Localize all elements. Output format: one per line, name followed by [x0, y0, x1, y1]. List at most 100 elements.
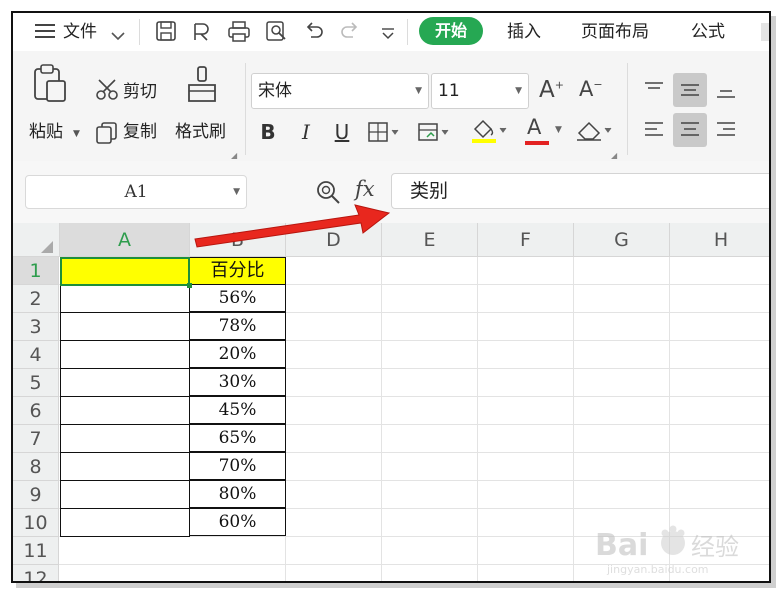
- row-header[interactable]: 11: [13, 537, 59, 565]
- font-size-value: 11: [438, 81, 460, 101]
- eraser-icon[interactable]: [575, 119, 615, 147]
- font-name-value: 宋体: [258, 81, 292, 101]
- row-header[interactable]: 12: [13, 565, 59, 581]
- tab-formulas[interactable]: 公式: [691, 20, 725, 44]
- row-header[interactable]: 3: [13, 313, 59, 341]
- column-header-h[interactable]: H: [670, 223, 769, 257]
- copy-button[interactable]: 复制: [123, 121, 157, 143]
- svg-text:Bai: Bai: [595, 528, 648, 563]
- ribbon: 粘贴 ▼ 剪切 复制 格式刷 ◢ 宋体 ▼ 11 ▼ A+ A− B I U A…: [13, 51, 769, 161]
- font-color-swatch: [525, 141, 549, 145]
- undo-icon[interactable]: [303, 21, 325, 45]
- borders-icon[interactable]: [367, 121, 401, 147]
- copy-icon[interactable]: [95, 121, 119, 149]
- cut-button[interactable]: 剪切: [123, 81, 157, 103]
- bold-button[interactable]: B: [251, 115, 285, 149]
- cell-style-icon[interactable]: [417, 121, 451, 147]
- insert-function-button[interactable]: fx: [355, 177, 375, 201]
- font-size-select[interactable]: 11 ▼: [431, 73, 529, 109]
- quick-access-dropdown-icon[interactable]: [381, 25, 395, 44]
- svg-text:jingyan.baidu.com: jingyan.baidu.com: [606, 563, 709, 576]
- cell-a[interactable]: [60, 509, 190, 537]
- cell-a[interactable]: [60, 313, 190, 341]
- hamburger-icon[interactable]: [35, 23, 55, 43]
- name-box-value: A1: [124, 182, 148, 202]
- format-painter-button[interactable]: 格式刷: [175, 121, 226, 143]
- spreadsheet-window: 文件 开始 插入 页面布局 公式 粘贴 ▼ 剪切 复制 格式刷 ◢ 宋体 ▼ 1…: [11, 11, 771, 583]
- column-header-e[interactable]: E: [382, 223, 478, 257]
- grow-font-letter: A: [539, 77, 555, 103]
- shrink-font-button[interactable]: A−: [579, 77, 603, 101]
- cell-a[interactable]: [60, 285, 190, 313]
- print-icon[interactable]: [227, 20, 251, 46]
- select-all-corner[interactable]: [13, 223, 60, 257]
- align-top-button[interactable]: [637, 73, 671, 107]
- font-launcher-icon[interactable]: ◢: [611, 151, 617, 160]
- file-menu[interactable]: 文件: [63, 20, 97, 44]
- redo-icon[interactable]: [339, 21, 361, 45]
- fill-handle[interactable]: [187, 283, 192, 288]
- paste-icon[interactable]: [33, 63, 69, 107]
- row-header[interactable]: 6: [13, 397, 59, 425]
- column-header-g[interactable]: G: [574, 223, 670, 257]
- row-header[interactable]: 8: [13, 453, 59, 481]
- row-header[interactable]: 4: [13, 341, 59, 369]
- paste-button[interactable]: 粘贴: [29, 121, 63, 143]
- scissors-icon[interactable]: [95, 79, 119, 105]
- cell-b-value[interactable]: 65%: [189, 424, 286, 452]
- save-icon[interactable]: [155, 20, 177, 46]
- cell-b-value[interactable]: 45%: [189, 396, 286, 424]
- cell-b-value[interactable]: 30%: [189, 368, 286, 396]
- font-color-button[interactable]: A ▼: [525, 115, 565, 149]
- fill-color-icon[interactable]: [469, 117, 509, 149]
- export-icon[interactable]: [189, 20, 213, 46]
- row-header[interactable]: 9: [13, 481, 59, 509]
- cell-b-value[interactable]: 60%: [189, 508, 286, 536]
- watermark-logo: Bai 经验 jingyan.baidu.com: [591, 521, 761, 577]
- font-name-select[interactable]: 宋体 ▼: [251, 73, 429, 109]
- column-header-f[interactable]: F: [478, 223, 574, 257]
- align-middle-button[interactable]: [673, 73, 707, 107]
- chevron-down-icon[interactable]: [111, 26, 125, 45]
- underline-button[interactable]: U: [325, 115, 359, 149]
- format-painter-icon[interactable]: [185, 65, 221, 109]
- print-preview-icon[interactable]: [265, 20, 289, 46]
- cell-b-value[interactable]: 56%: [189, 284, 286, 312]
- italic-button[interactable]: I: [289, 115, 323, 149]
- align-left-button[interactable]: [637, 113, 671, 147]
- grid-col-line: [381, 257, 382, 581]
- row-header[interactable]: 5: [13, 369, 59, 397]
- grid-col-line: [477, 257, 478, 581]
- clipboard-launcher-icon[interactable]: ◢: [231, 151, 237, 160]
- cell-a[interactable]: [60, 425, 190, 453]
- cell-a[interactable]: [60, 453, 190, 481]
- cell-b-value[interactable]: 80%: [189, 480, 286, 508]
- align-bottom-button[interactable]: [709, 73, 743, 107]
- align-center-button[interactable]: [673, 113, 707, 147]
- row-header[interactable]: 10: [13, 509, 59, 537]
- grow-font-button[interactable]: A+: [539, 77, 564, 103]
- cell-a1-selected[interactable]: [60, 257, 190, 286]
- tab-home[interactable]: 开始: [419, 17, 483, 45]
- row-header[interactable]: 7: [13, 425, 59, 453]
- cell-b-value[interactable]: 70%: [189, 452, 286, 480]
- shrink-font-letter: A: [579, 77, 594, 101]
- column-header-a[interactable]: A: [60, 223, 190, 257]
- menu-bar: 文件 开始 插入 页面布局 公式: [13, 13, 769, 51]
- cell-a[interactable]: [60, 341, 190, 369]
- cell-b-value[interactable]: 20%: [189, 340, 286, 368]
- tab-page-layout[interactable]: 页面布局: [581, 20, 649, 44]
- cell-a[interactable]: [60, 397, 190, 425]
- paste-dropdown-icon[interactable]: ▼: [73, 129, 80, 139]
- grid-col-line: [573, 257, 574, 581]
- row-header[interactable]: 1: [13, 257, 59, 285]
- cell-b-value[interactable]: 78%: [189, 312, 286, 340]
- svg-text:经验: 经验: [691, 533, 739, 561]
- row-header[interactable]: 2: [13, 285, 59, 313]
- cell-a[interactable]: [60, 369, 190, 397]
- formula-input[interactable]: 类别: [391, 173, 769, 209]
- align-right-button[interactable]: [709, 113, 743, 147]
- tab-insert[interactable]: 插入: [507, 20, 541, 44]
- cell-a[interactable]: [60, 481, 190, 509]
- align-extra-edge: [745, 73, 769, 107]
